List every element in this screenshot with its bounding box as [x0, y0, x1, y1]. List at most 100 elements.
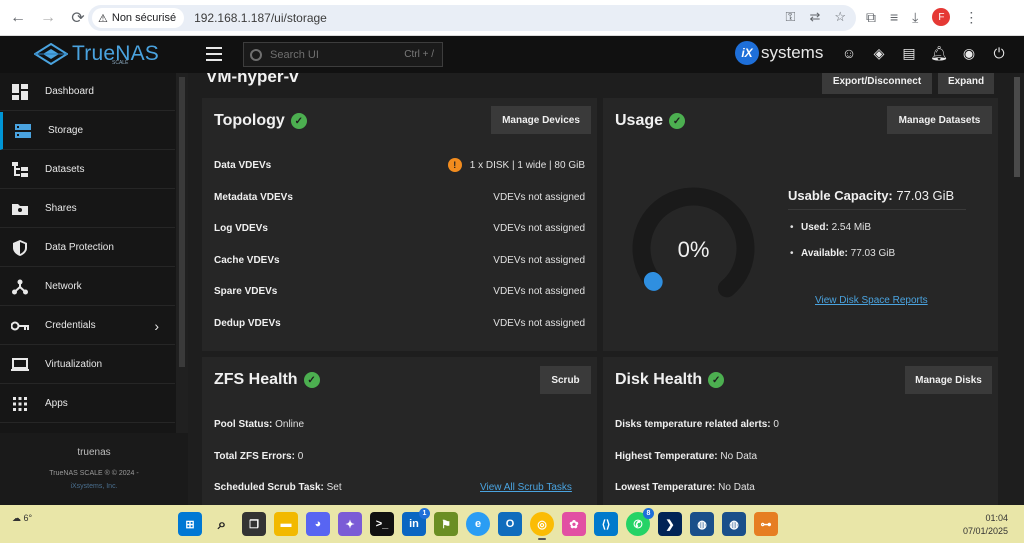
sidebar-item-apps[interactable]: Apps	[0, 385, 175, 423]
shares-icon	[11, 200, 29, 218]
sidebar-item-credentials[interactable]: Credentials ›	[0, 307, 175, 345]
export-disconnect-button[interactable]: Export/Disconnect	[822, 73, 932, 94]
laptop-icon	[11, 356, 29, 374]
system-clock[interactable]: 01:04 07/01/2025	[963, 512, 1008, 538]
sidebar-item-shares[interactable]: Shares	[0, 190, 175, 228]
paint-icon[interactable]: ✿	[562, 512, 586, 536]
expand-button[interactable]: Expand	[938, 73, 994, 94]
alerts-bell-icon[interactable]: 🔔︎	[930, 44, 948, 62]
used-value: 2.54 MiB	[831, 222, 872, 233]
media-control-icon[interactable]: ≡	[890, 9, 898, 25]
account-circle-icon[interactable]: ◉	[960, 44, 978, 62]
sidebar-item-label: Virtualization	[45, 359, 103, 370]
sidebar-item-label: Dashboard	[45, 86, 94, 97]
whatsapp-icon[interactable]: ✆ 8	[626, 508, 654, 536]
topology-row: Dedup VDEVs VDEVs not assigned	[214, 315, 585, 331]
scrollbar-thumb[interactable]	[179, 77, 185, 367]
manage-devices-button[interactable]: Manage Devices	[491, 106, 591, 134]
power-icon[interactable]: ⏻	[990, 44, 1008, 62]
gauge-fill	[643, 271, 663, 291]
row-value: VDEVs not assigned	[493, 191, 585, 203]
edge-icon[interactable]: e	[466, 512, 490, 536]
search-icon[interactable]: ⌕	[210, 512, 234, 536]
disk-health-card: Disk Health ✓ Manage Disks Disks tempera…	[603, 357, 998, 505]
network-icon	[11, 278, 29, 296]
profile-avatar[interactable]: F	[932, 8, 951, 26]
view-all-scrub-tasks-link[interactable]: View All Scrub Tasks	[480, 482, 572, 493]
manage-datasets-button[interactable]: Manage Datasets	[887, 106, 992, 134]
sidebar-item-virtualization[interactable]: Virtualization	[0, 346, 175, 384]
warning-icon[interactable]: !	[447, 158, 462, 172]
back-arrow-icon[interactable]: ←	[6, 6, 30, 30]
row-key: Data VDEVs	[214, 159, 272, 171]
company-link[interactable]: iXsystems, Inc.	[0, 483, 188, 490]
check-circle-icon: ✓	[669, 113, 686, 129]
translate-icon[interactable]: ⇄	[809, 9, 820, 25]
url-text[interactable]: 192.168.1.187/ui/storage	[194, 11, 327, 25]
discord-icon[interactable]: ◕	[306, 512, 330, 536]
flag-app-icon[interactable]: ⚑	[434, 512, 458, 536]
feedback-smiley-icon[interactable]: ☺	[840, 44, 858, 62]
check-circle-icon: ✓	[708, 372, 725, 388]
task-view-icon[interactable]: ❐	[242, 512, 266, 536]
sidebar-item-data-protection[interactable]: Data Protection	[0, 229, 175, 267]
apps-grid-icon	[11, 395, 29, 413]
hyperv-icon[interactable]: ◍	[722, 512, 746, 536]
hostname: truenas	[77, 447, 111, 458]
jobs-clipboard-icon[interactable]: ▤	[900, 44, 918, 62]
card-title-text: ZFS Health	[214, 371, 298, 388]
usage-title: Usage ✓	[615, 112, 686, 130]
sidebar-item-network[interactable]: Network	[0, 268, 175, 306]
powershell-icon[interactable]: ❯	[658, 512, 682, 536]
topology-row: Log VDEVs VDEVs not assigned	[214, 220, 585, 236]
manage-disks-button[interactable]: Manage Disks	[905, 366, 992, 394]
sidebar-item-label: Data Protection	[45, 242, 114, 253]
row-value: VDEVs not assigned	[493, 222, 585, 234]
extensions-icon[interactable]: ⧉	[866, 9, 876, 26]
usable-capacity: Usable Capacity: 77.03 GiB	[788, 188, 954, 203]
network-app-icon[interactable]: ⊶	[754, 512, 778, 536]
storage-icon	[14, 122, 32, 140]
search-input[interactable]: Search UI Ctrl + /	[243, 42, 443, 67]
whatsapp-badge: 8	[643, 508, 654, 519]
bookmark-star-icon[interactable]: ☆	[834, 9, 846, 25]
ixsystems-logo[interactable]: iX systems	[735, 41, 823, 65]
browser-menu-icon[interactable]: ⋮	[964, 9, 978, 26]
address-bar[interactable]: ⚠ Non sécurisé 192.168.1.187/ui/storage …	[88, 5, 856, 31]
view-disk-space-reports-link[interactable]: View Disk Space Reports	[815, 295, 928, 306]
security-label: Non sécurisé	[111, 12, 177, 24]
weather-widget[interactable]: ☁ 6°	[12, 513, 32, 524]
linkedin-icon[interactable]: in 1	[402, 508, 430, 536]
truenas-logo[interactable]: TrueNAS	[34, 42, 159, 66]
sidebar-item-dashboard[interactable]: Dashboard	[0, 73, 175, 111]
security-indicator[interactable]: ⚠ Non sécurisé	[92, 8, 185, 28]
password-key-icon[interactable]: ⚿	[786, 9, 796, 25]
copilot-icon[interactable]: ✦	[338, 512, 362, 536]
row-key: Log VDEVs	[214, 222, 268, 234]
file-explorer-icon[interactable]: ▬	[274, 512, 298, 536]
key-icon	[11, 317, 29, 335]
forward-arrow-icon[interactable]: →	[36, 6, 60, 30]
scrollbar-thumb[interactable]	[1014, 77, 1020, 177]
windows-start-icon[interactable]: ⊞	[178, 512, 202, 536]
chrome-icon[interactable]: ◎	[530, 512, 554, 540]
sidebar-item-datasets[interactable]: Datasets	[0, 151, 175, 189]
terminal-icon[interactable]: >_	[370, 512, 394, 536]
sidebar-item-storage[interactable]: Storage	[0, 112, 175, 150]
download-icon[interactable]: ⤓	[912, 9, 918, 26]
clock-date: 07/01/2025	[962, 526, 1008, 536]
outlook-icon[interactable]: O	[498, 512, 522, 536]
truecommand-icon[interactable]: ◈	[870, 44, 888, 62]
sidebar-scrollbar[interactable]	[176, 73, 188, 433]
menu-hamburger-icon[interactable]	[206, 47, 222, 61]
main-scrollbar[interactable]	[1010, 73, 1024, 505]
sidebar-item-label: Credentials	[45, 320, 96, 331]
copyright-text: TrueNAS SCALE ® © 2024 -	[49, 470, 139, 477]
vscode-icon[interactable]: ⟨⟩	[594, 512, 618, 536]
virtual-machine-icon[interactable]: ◍	[690, 512, 714, 536]
sidebar-item-label: Storage	[48, 125, 84, 136]
row-key: Cache VDEVs	[214, 254, 280, 266]
scrub-button[interactable]: Scrub	[540, 366, 591, 394]
reload-icon[interactable]: ⟳	[66, 6, 90, 30]
topology-row: Spare VDEVs VDEVs not assigned	[214, 283, 585, 299]
